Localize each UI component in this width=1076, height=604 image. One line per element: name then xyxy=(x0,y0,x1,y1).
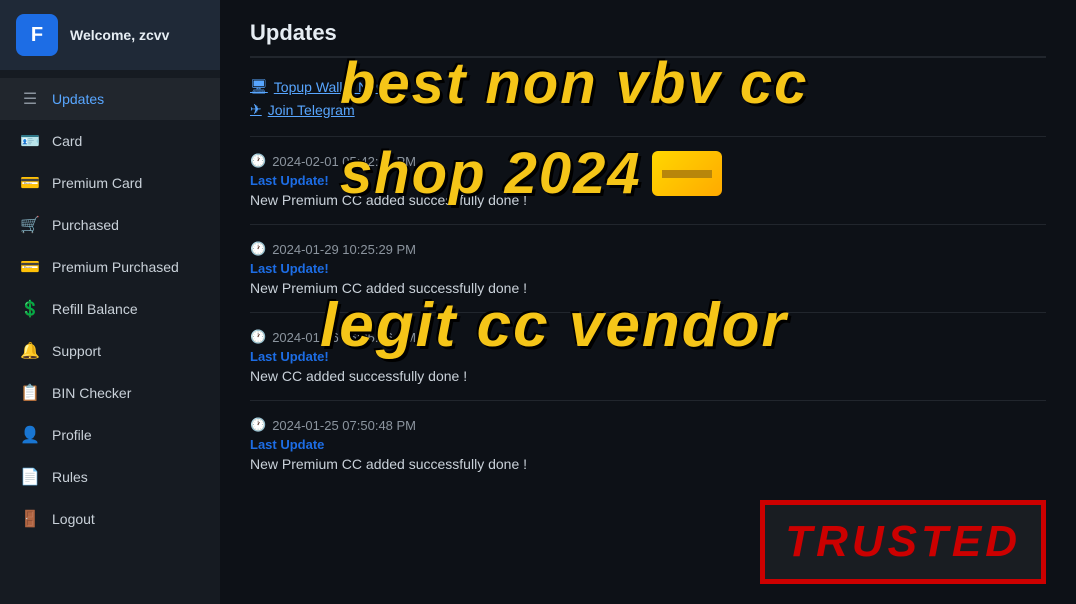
sidebar-item-support-label: Support xyxy=(52,343,101,359)
rules-icon: 📄 xyxy=(20,467,40,487)
update-time-2: 🕐 2024-01-29 10:25:29 PM xyxy=(250,241,1046,257)
sidebar-item-premium-card-label: Premium Card xyxy=(52,175,142,191)
update-text-4: New Premium CC added successfully done ! xyxy=(250,456,1046,472)
update-item-1: 🕐 2024-02-01 05:42:40 PM Last Update! Ne… xyxy=(250,136,1046,224)
update-text-1: New Premium CC added successfully done ! xyxy=(250,192,1046,208)
sidebar-item-premium-card[interactable]: 💳 Premium Card xyxy=(0,162,220,204)
topup-icon: 🖥 xyxy=(250,78,268,95)
sidebar-item-profile-label: Profile xyxy=(52,427,92,443)
sidebar-item-card[interactable]: 🪪 Card xyxy=(0,120,220,162)
top-links: 🖥 Topup Wallet Now ✈ Join Telegram xyxy=(250,78,1046,118)
card-icon: 🪪 xyxy=(20,131,40,151)
sidebar-item-premium-purchased[interactable]: 💳 Premium Purchased xyxy=(0,246,220,288)
join-telegram-link[interactable]: ✈ Join Telegram xyxy=(250,101,1046,118)
sidebar-item-updates-label: Updates xyxy=(52,91,104,107)
trusted-badge: TRUSTED xyxy=(760,500,1046,584)
sidebar-item-refill-balance[interactable]: 💲 Refill Balance xyxy=(0,288,220,330)
update-item-3: 🕐 2024-01-26 06:05:56 PM Last Update! Ne… xyxy=(250,312,1046,400)
premium-purchased-icon: 💳 xyxy=(20,257,40,277)
page-title: Updates xyxy=(250,20,1046,58)
main-content: Updates 🖥 Topup Wallet Now ✈ Join Telegr… xyxy=(220,0,1076,604)
purchased-icon: 🛒 xyxy=(20,215,40,235)
sidebar-item-rules[interactable]: 📄 Rules xyxy=(0,456,220,498)
sidebar-item-updates[interactable]: ☰ Updates xyxy=(0,78,220,120)
update-item-4: 🕐 2024-01-25 07:50:48 PM Last Update New… xyxy=(250,400,1046,488)
update-time-4: 🕐 2024-01-25 07:50:48 PM xyxy=(250,417,1046,433)
premium-card-icon: 💳 xyxy=(20,173,40,193)
support-icon: 🔔 xyxy=(20,341,40,361)
refill-icon: 💲 xyxy=(20,299,40,319)
sidebar-item-bin-checker[interactable]: 📋 BIN Checker xyxy=(0,372,220,414)
sidebar-item-logout-label: Logout xyxy=(52,511,95,527)
welcome-text: Welcome, zcvv xyxy=(70,27,169,43)
bin-checker-icon: 📋 xyxy=(20,383,40,403)
sidebar-item-support[interactable]: 🔔 Support xyxy=(0,330,220,372)
update-label-1: Last Update! xyxy=(250,173,1046,188)
update-text-3: New CC added successfully done ! xyxy=(250,368,1046,384)
update-label-4: Last Update xyxy=(250,437,1046,452)
sidebar: F Welcome, zcvv ☰ Updates 🪪 Card 💳 Premi… xyxy=(0,0,220,604)
sidebar-nav: ☰ Updates 🪪 Card 💳 Premium Card 🛒 Purcha… xyxy=(0,70,220,604)
profile-icon: 👤 xyxy=(20,425,40,445)
sidebar-item-card-label: Card xyxy=(52,133,82,149)
sidebar-item-purchased-label: Purchased xyxy=(52,217,119,233)
topup-wallet-link[interactable]: 🖥 Topup Wallet Now xyxy=(250,78,1046,95)
update-label-3: Last Update! xyxy=(250,349,1046,364)
update-time-1: 🕐 2024-02-01 05:42:40 PM xyxy=(250,153,1046,169)
sidebar-header: F Welcome, zcvv xyxy=(0,0,220,70)
update-time-3: 🕐 2024-01-26 06:05:56 PM xyxy=(250,329,1046,345)
sidebar-item-premium-purchased-label: Premium Purchased xyxy=(52,259,179,275)
telegram-icon: ✈ xyxy=(250,101,262,118)
logout-icon: 🚪 xyxy=(20,509,40,529)
sidebar-item-logout[interactable]: 🚪 Logout xyxy=(0,498,220,540)
sidebar-item-profile[interactable]: 👤 Profile xyxy=(0,414,220,456)
app-logo: F xyxy=(16,14,58,56)
sidebar-item-bin-checker-label: BIN Checker xyxy=(52,385,131,401)
update-label-2: Last Update! xyxy=(250,261,1046,276)
sidebar-item-refill-label: Refill Balance xyxy=(52,301,138,317)
update-text-2: New Premium CC added successfully done ! xyxy=(250,280,1046,296)
updates-icon: ☰ xyxy=(20,89,40,109)
sidebar-item-rules-label: Rules xyxy=(52,469,88,485)
update-item-2: 🕐 2024-01-29 10:25:29 PM Last Update! Ne… xyxy=(250,224,1046,312)
sidebar-item-purchased[interactable]: 🛒 Purchased xyxy=(0,204,220,246)
